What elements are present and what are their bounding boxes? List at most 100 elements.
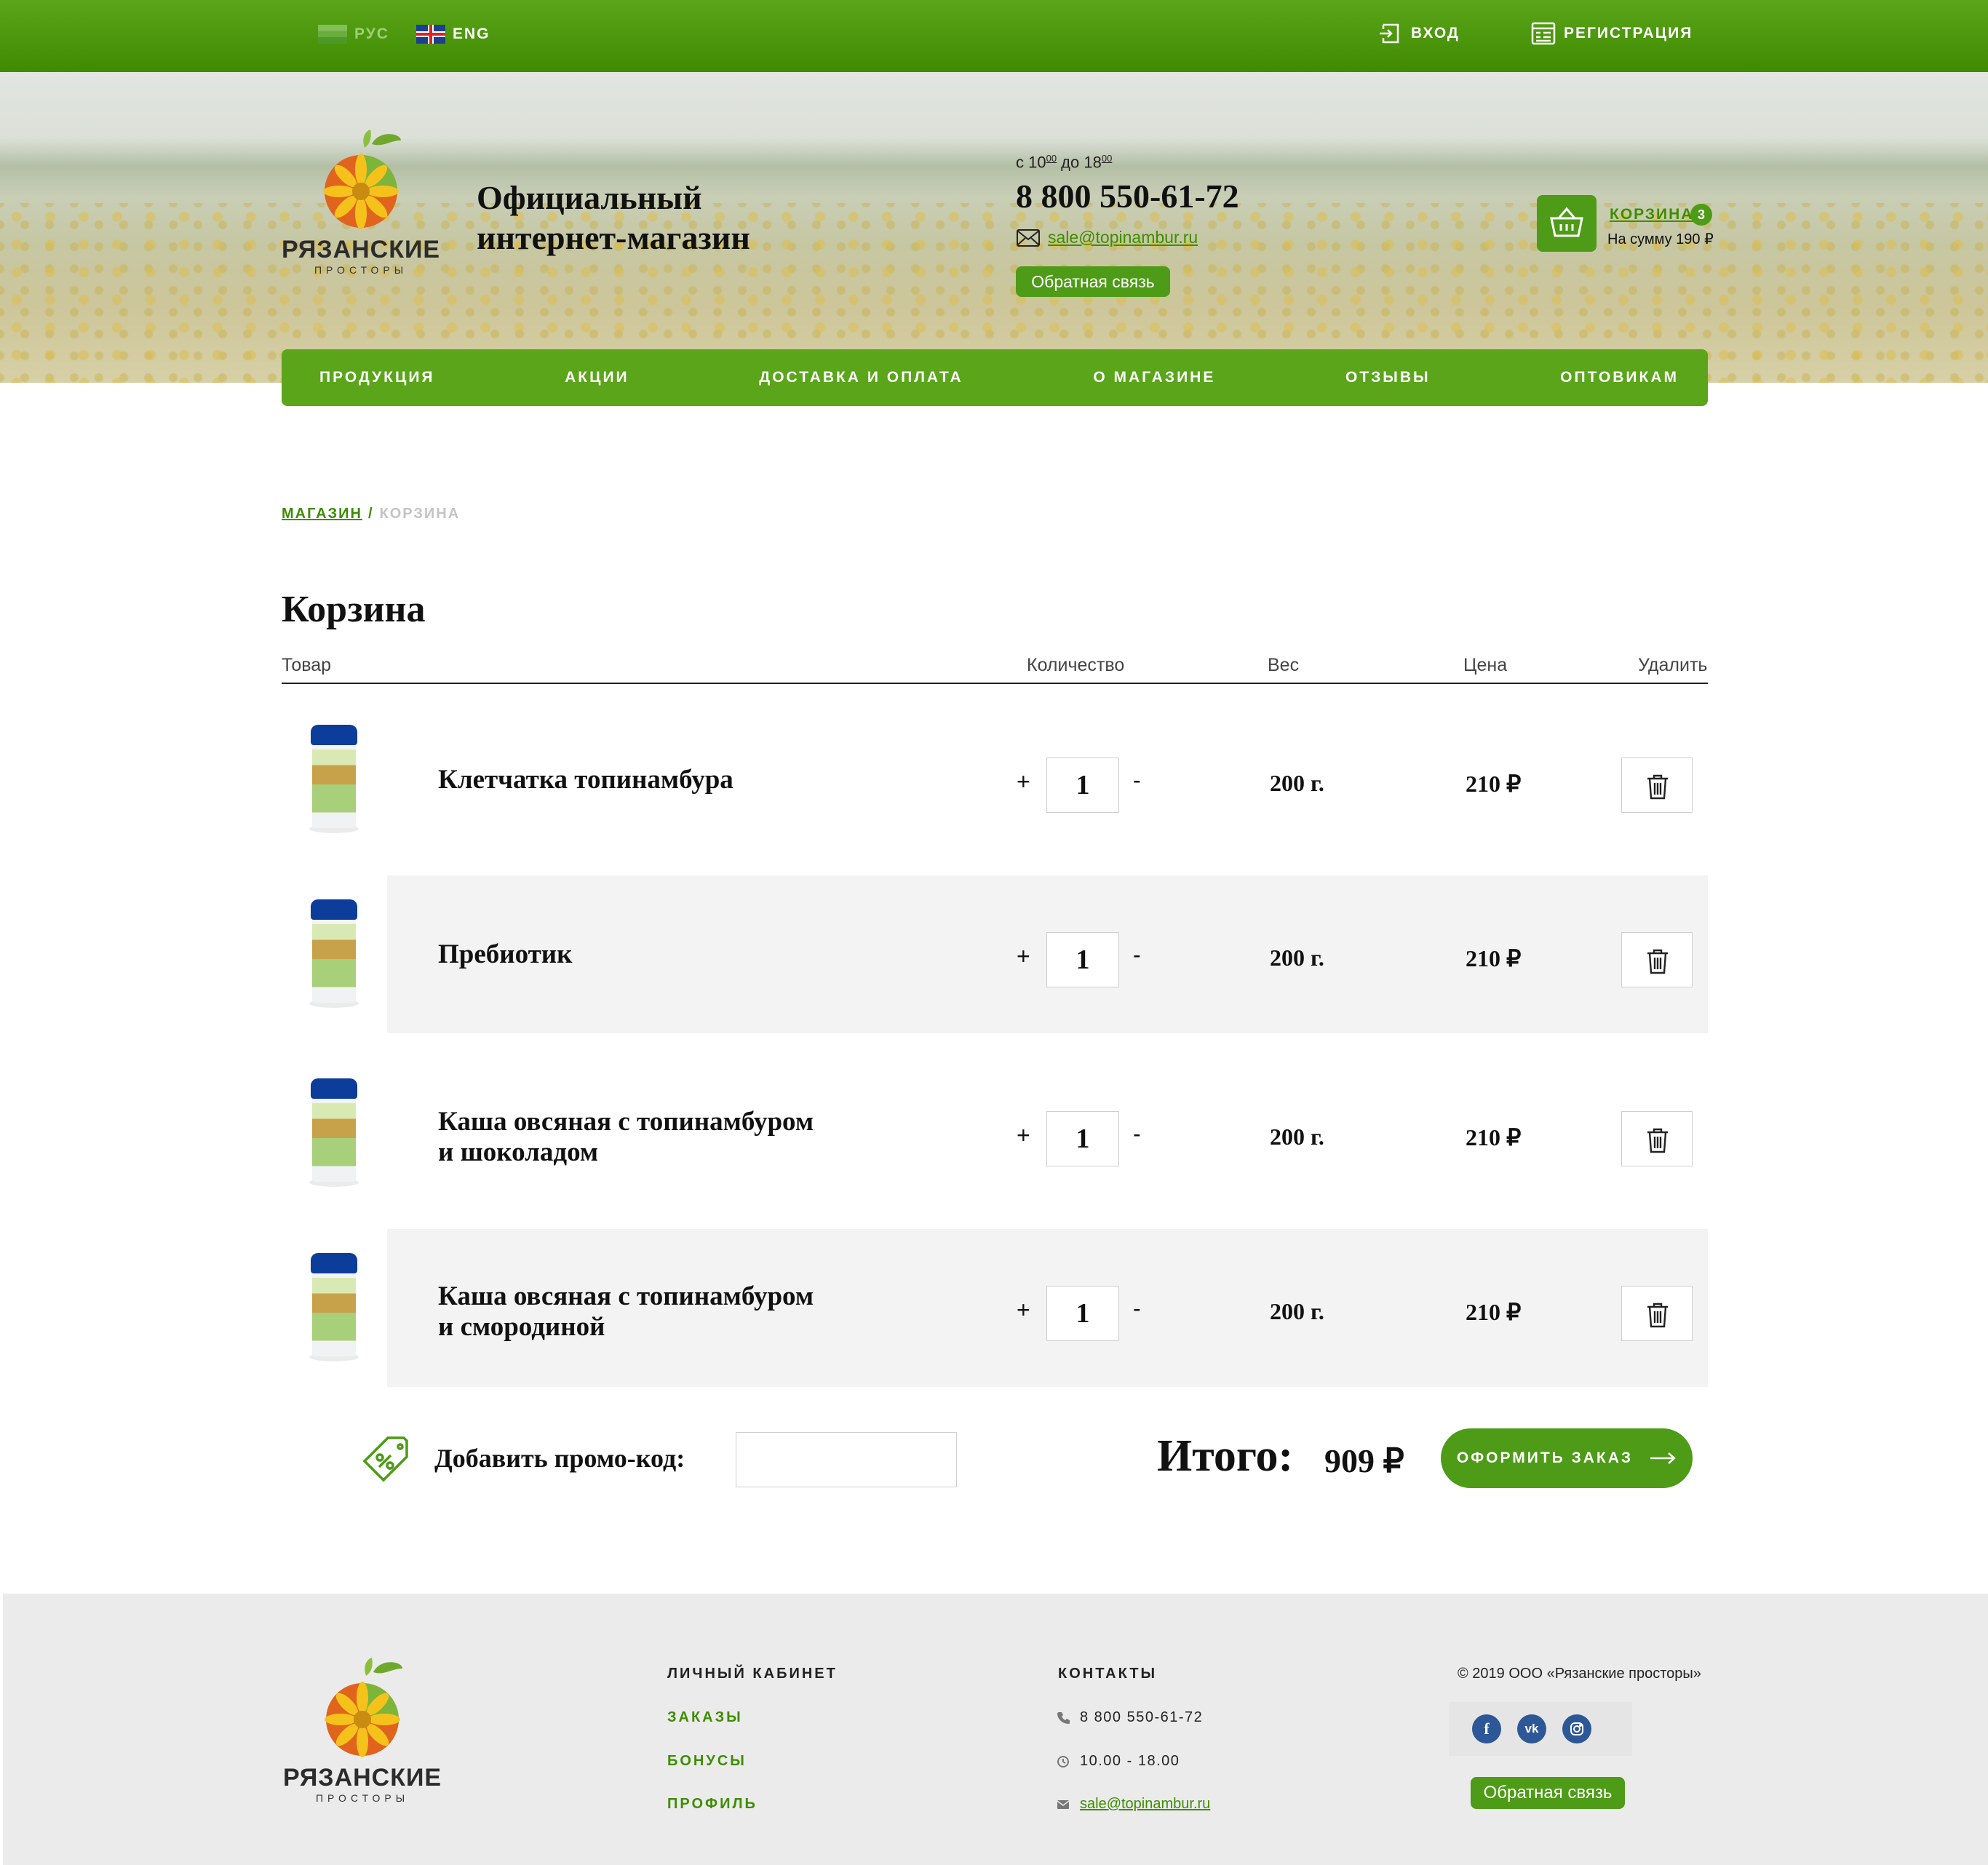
product-image[interactable] [282,1054,387,1212]
quantity-plus-button[interactable]: + [1017,1297,1030,1324]
login-link[interactable]: ВХОД [1377,20,1460,47]
russian-flag-icon [318,25,347,44]
footer-logo[interactable]: РЯЗАНСКИЕ ПРОСТОРЫ [283,1658,442,1804]
footer-link-orders[interactable]: ЗАКАЗЫ [667,1709,743,1726]
breadcrumb-current: КОРЗИНА [379,506,461,522]
social-links: f vk [1449,1702,1632,1756]
lang-ru-button[interactable]: РУС [318,25,389,44]
quantity-input[interactable]: 1 [1046,932,1119,987]
quantity-plus-button[interactable]: + [1017,1122,1030,1149]
trash-icon [1647,1303,1668,1328]
product-image[interactable] [282,701,387,859]
quantity-plus-button[interactable]: + [1017,768,1030,795]
header-phone[interactable]: 8 800 550-61-72 [1016,177,1239,215]
breadcrumb: МАГАЗИН / КОРЗИНА [282,506,460,522]
delete-button[interactable] [1621,1286,1693,1341]
nav-promotions[interactable]: АКЦИИ [565,369,629,386]
footer-email-text: sale@topinambur.ru [1080,1796,1211,1812]
quantity-input[interactable]: 1 [1046,757,1119,813]
product-name-line-2: и шоколадом [438,1137,599,1167]
delete-button[interactable] [1621,932,1693,987]
quantity-minus-button[interactable]: - [1133,1295,1141,1322]
product-weight: 200 г. [1270,945,1324,971]
nav-products[interactable]: ПРОДУКЦИЯ [319,369,435,386]
register-icon [1531,22,1556,45]
register-link[interactable]: РЕГИСТРАЦИЯ [1530,20,1693,47]
delete-button[interactable] [1621,1111,1693,1166]
lang-en-label: ENG [453,25,490,42]
top-bar: РУС ENG ВХОД РЕГИСТРАЦИЯ [0,0,1988,72]
product-name-line-1: Каша овсяная с топинамбуром [438,1107,814,1137]
product-name[interactable]: Каша овсяная с топинамбуром и смородиной [438,1281,814,1343]
footer-link-bonuses[interactable]: БОНУСЫ [667,1753,747,1770]
trash-icon [1647,949,1668,974]
product-name[interactable]: Клетчатка топинамбура [438,765,733,795]
col-product: Товар [282,655,332,675]
quantity-minus-button[interactable]: - [1133,1121,1141,1148]
cart-row: Каша овсяная с топинамбуром и смородиной… [282,1229,1708,1387]
product-name-line-1: Каша овсяная с топинамбуром [438,1281,814,1311]
product-weight: 200 г. [1270,1124,1324,1150]
product-name[interactable]: Пребиотик [438,939,572,970]
footer-logo-wordmark: РЯЗАНСКИЕ [283,1764,442,1792]
footer-hours-text: 10.00 - 18.00 [1080,1753,1180,1769]
product-image[interactable] [282,1229,387,1387]
quantity-plus-button[interactable]: + [1017,943,1030,970]
breadcrumb-shop[interactable]: МАГАЗИН [282,506,362,522]
basket-icon [1550,207,1583,237]
promo-label: Добавить промо-код: [434,1444,685,1473]
page-title: Корзина [282,589,426,630]
delete-button[interactable] [1621,757,1693,813]
hours-mid: до 18 [1057,153,1102,172]
lang-ru-label: РУС [354,25,389,42]
product-name[interactable]: Каша овсяная с топинамбуром и шоколадом [438,1107,814,1168]
footer-phone-text: 8 800 550-61-72 [1080,1709,1204,1725]
product-price: 210 ₽ [1466,1299,1522,1325]
footer-link-profile[interactable]: ПРОФИЛЬ [667,1796,758,1813]
cart-row: Клетчатка топинамбура + 1 - 200 г. 210 ₽ [282,701,1708,859]
site-logo[interactable]: РЯЗАНСКИЕ ПРОСТОРЫ [282,130,440,276]
footer-feedback-button[interactable]: Обратная связь [1471,1777,1625,1809]
cart-count-badge: 3 [1690,204,1712,226]
quantity-minus-button[interactable]: - [1133,942,1141,969]
footer-phone[interactable]: 8 800 550-61-72 [1057,1709,1203,1726]
nav-reviews[interactable]: ОТЗЫВЫ [1345,369,1431,386]
quantity-input[interactable]: 1 [1046,1286,1119,1341]
cart-row: Каша овсяная с топинамбуром и шоколадом … [282,1054,1708,1212]
promo-code-input[interactable] [736,1432,957,1487]
nav-delivery-payment[interactable]: ДОСТАВКА И ОПЛАТА [759,369,963,386]
copyright: © 2019 ООО «Рязанские просторы» [1458,1666,1701,1682]
lang-en-button[interactable]: ENG [416,25,490,44]
quantity-input[interactable]: 1 [1046,1111,1119,1166]
total-label: Итого: [1157,1431,1294,1481]
nav-about[interactable]: О МАГАЗИНЕ [1093,369,1215,386]
vk-icon[interactable]: vk [1517,1714,1546,1743]
product-price: 210 ₽ [1466,945,1522,971]
header-email-link[interactable]: sale@topinambur.ru [1016,228,1198,247]
product-image[interactable] [282,875,387,1033]
col-quantity: Количество [1027,655,1125,675]
product-price: 210 ₽ [1466,771,1522,797]
hours-prefix: с 10 [1016,153,1046,172]
cart-button[interactable] [1537,195,1597,252]
phone-icon [1057,1711,1070,1724]
product-weight: 200 г. [1270,1298,1324,1324]
trash-icon [1647,774,1668,800]
facebook-icon[interactable]: f [1472,1714,1501,1743]
main-nav: ПРОДУКЦИЯ АКЦИИ ДОСТАВКА И ОПЛАТА О МАГА… [282,349,1708,406]
nav-wholesale[interactable]: ОПТОВИКАМ [1560,369,1679,386]
checkout-button[interactable]: ОФОРМИТЬ ЗАКАЗ [1441,1428,1693,1488]
quantity-minus-button[interactable]: - [1133,767,1141,794]
instagram-icon[interactable] [1562,1714,1591,1743]
feedback-button[interactable]: Обратная связь [1016,266,1170,297]
cart-link[interactable]: КОРЗИНА [1610,206,1693,223]
footer-email-link[interactable]: sale@topinambur.ru [1057,1796,1210,1813]
total-value: 909 ₽ [1324,1442,1404,1479]
product-price: 210 ₽ [1466,1124,1522,1150]
hours-from-minutes: 00 [1046,153,1057,164]
col-price: Цена [1463,655,1508,675]
instagram-glyph [1570,1722,1583,1735]
mail-icon [1057,1800,1070,1809]
mail-icon [1017,228,1040,247]
working-hours: с 1000 до 1800 [1016,153,1112,172]
